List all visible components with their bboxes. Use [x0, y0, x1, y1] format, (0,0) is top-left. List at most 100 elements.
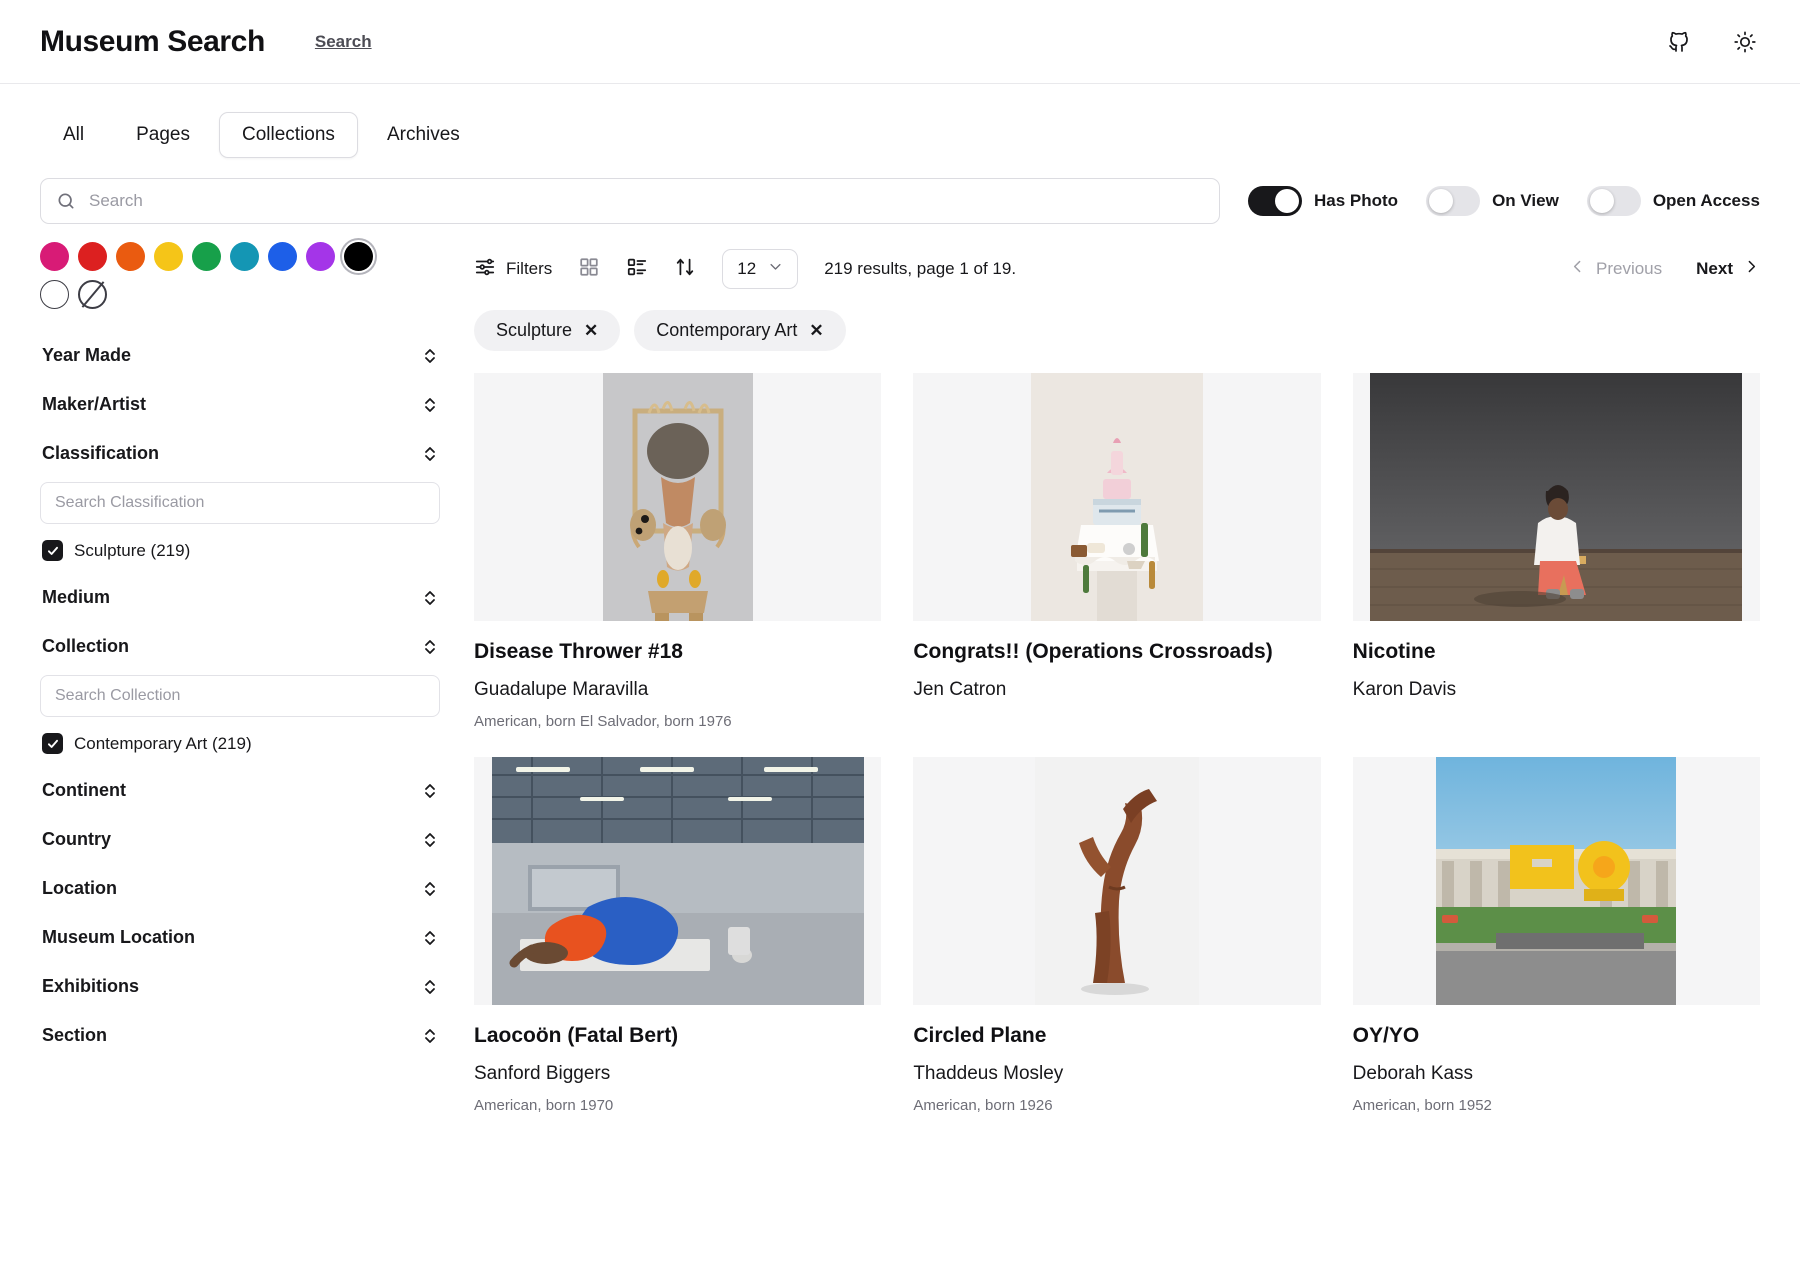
- has-photo-switch[interactable]: [1248, 186, 1302, 216]
- facet-country[interactable]: Country: [40, 815, 440, 864]
- artwork-title[interactable]: Nicotine: [1353, 639, 1760, 666]
- artwork-title[interactable]: Laocoön (Fatal Bert): [474, 1023, 881, 1050]
- facet-exhibitions[interactable]: Exhibitions: [40, 962, 440, 1011]
- tab-bar: All Pages Collections Archives: [0, 84, 1800, 158]
- facet-collection[interactable]: Collection: [40, 622, 440, 671]
- main-body: Year Made Maker/Artist Classification Sc…: [0, 224, 1800, 1280]
- checkbox-checked-icon[interactable]: [42, 540, 63, 561]
- color-swatch-no-color[interactable]: [78, 280, 107, 309]
- result-card[interactable]: Congrats!! (Operations Crossroads) Jen C…: [913, 373, 1321, 731]
- artwork-artist-bio: American, born 1952: [1352, 1096, 1492, 1114]
- classification-option-sculpture[interactable]: Sculpture (219): [40, 536, 440, 573]
- active-filter-chips: Sculpture ✕ Contemporary Art ✕: [474, 310, 1760, 351]
- list-view-button[interactable]: [626, 256, 648, 283]
- facet-label: Country: [42, 829, 111, 849]
- collection-option-contemporary-art[interactable]: Contemporary Art (219): [40, 729, 440, 766]
- artwork-thumbnail[interactable]: [474, 757, 882, 1006]
- sort-button[interactable]: [674, 256, 696, 283]
- color-swatch-row: [40, 242, 410, 309]
- facet-medium[interactable]: Medium: [40, 573, 440, 622]
- option-label: Contemporary Art (219): [74, 733, 252, 753]
- facet-museum-location[interactable]: Museum Location: [40, 913, 440, 962]
- toggle-open-access[interactable]: Open Access: [1586, 186, 1760, 216]
- result-card[interactable]: Laocoön (Fatal Bert) Sanford Biggers Ame…: [474, 757, 882, 1115]
- tab-pages[interactable]: Pages: [113, 112, 213, 158]
- facet-maker-artist[interactable]: Maker/Artist: [40, 380, 440, 429]
- chip-label: Sculpture: [496, 320, 573, 340]
- artwork-artist-bio: American, born El Salvador, born 1976: [474, 712, 732, 730]
- facet-section[interactable]: Section: [40, 1011, 440, 1060]
- filters-button[interactable]: Filters: [474, 256, 552, 283]
- remove-chip-icon[interactable]: ✕: [584, 321, 598, 341]
- color-swatch-yellow[interactable]: [154, 242, 183, 271]
- facet-continent[interactable]: Continent: [40, 766, 440, 815]
- results-grid: Disease Thrower #18 Guadalupe Maravilla …: [474, 373, 1760, 1115]
- result-card[interactable]: Disease Thrower #18 Guadalupe Maravilla …: [474, 373, 882, 731]
- collection-search-input[interactable]: [40, 675, 440, 717]
- color-swatch-white[interactable]: [40, 280, 69, 309]
- results-count: 219 results, page 1 of 19.: [824, 259, 1017, 278]
- topbar-icons: [1664, 27, 1760, 57]
- tab-all[interactable]: All: [40, 112, 107, 158]
- on-view-switch[interactable]: [1426, 186, 1481, 216]
- filter-toggles: Has Photo On View Open Access: [1248, 186, 1760, 216]
- filter-chip-contemporary-art[interactable]: Contemporary Art ✕: [634, 310, 846, 351]
- open-access-switch[interactable]: [1586, 186, 1641, 216]
- color-swatch-blue[interactable]: [268, 242, 297, 271]
- artwork-thumbnail[interactable]: [1352, 757, 1760, 1006]
- sun-icon[interactable]: [1730, 27, 1760, 57]
- previous-page-button[interactable]: Previous: [1569, 258, 1662, 280]
- search-box: [40, 178, 1220, 224]
- grid-view-button[interactable]: [578, 256, 600, 283]
- switch-knob: [1589, 189, 1614, 213]
- facet-label: Maker/Artist: [42, 394, 147, 414]
- classification-search-input[interactable]: [40, 482, 440, 524]
- artwork-thumbnail[interactable]: [474, 373, 882, 621]
- artwork-title[interactable]: Circled Plane: [913, 1023, 1320, 1050]
- github-icon[interactable]: [1664, 27, 1694, 57]
- artwork-thumbnail[interactable]: [913, 757, 1321, 1006]
- checkbox-checked-icon[interactable]: [42, 733, 63, 754]
- facet-year-made[interactable]: Year Made: [40, 331, 440, 380]
- color-swatch-red[interactable]: [78, 242, 107, 271]
- chevron-left-icon: [1569, 258, 1586, 280]
- chevron-updown-icon: [422, 978, 438, 996]
- tab-archives[interactable]: Archives: [364, 112, 483, 158]
- color-swatch-green[interactable]: [192, 242, 221, 271]
- facet-label: Museum Location: [42, 927, 196, 947]
- facet-location[interactable]: Location: [40, 864, 440, 913]
- color-swatch-teal[interactable]: [230, 242, 259, 271]
- artwork-artist: Jen Catron: [913, 678, 1007, 700]
- nav-link-search[interactable]: Search: [315, 32, 372, 52]
- tab-collections[interactable]: Collections: [219, 112, 358, 158]
- result-card[interactable]: OY/YO Deborah Kass American, born 1952: [1352, 757, 1760, 1115]
- artwork-image: [1030, 373, 1203, 621]
- list-view-icon: [626, 256, 648, 283]
- artwork-title[interactable]: Congrats!! (Operations Crossroads): [913, 639, 1320, 666]
- color-swatch-purple[interactable]: [306, 242, 335, 271]
- result-card[interactable]: Circled Plane Thaddeus Mosley American, …: [913, 757, 1321, 1115]
- artwork-thumbnail[interactable]: [1352, 373, 1760, 621]
- facet-label: Medium: [42, 587, 111, 607]
- artwork-thumbnail[interactable]: [913, 373, 1321, 621]
- color-swatch-pink[interactable]: [40, 242, 69, 271]
- remove-chip-icon[interactable]: ✕: [809, 321, 823, 341]
- sliders-icon: [474, 256, 496, 283]
- facet-label: Collection: [42, 636, 130, 656]
- facet-label: Location: [42, 878, 117, 898]
- chevron-updown-icon: [422, 589, 438, 607]
- toggle-has-photo[interactable]: Has Photo: [1248, 186, 1398, 216]
- artwork-artist: Sanford Biggers: [474, 1062, 611, 1084]
- per-page-select[interactable]: 12: [722, 249, 799, 289]
- artwork-title[interactable]: OY/YO: [1353, 1023, 1760, 1050]
- artwork-title[interactable]: Disease Thrower #18: [474, 639, 881, 666]
- next-page-button[interactable]: Next: [1696, 258, 1760, 280]
- switch-knob: [1275, 189, 1299, 213]
- color-swatch-orange[interactable]: [116, 242, 145, 271]
- search-input[interactable]: [40, 178, 1220, 224]
- toggle-on-view[interactable]: On View: [1426, 186, 1559, 216]
- color-swatch-black[interactable]: [344, 242, 373, 271]
- result-card[interactable]: Nicotine Karon Davis: [1352, 373, 1760, 731]
- facet-classification[interactable]: Classification: [40, 429, 440, 478]
- filter-chip-sculpture[interactable]: Sculpture ✕: [474, 310, 621, 351]
